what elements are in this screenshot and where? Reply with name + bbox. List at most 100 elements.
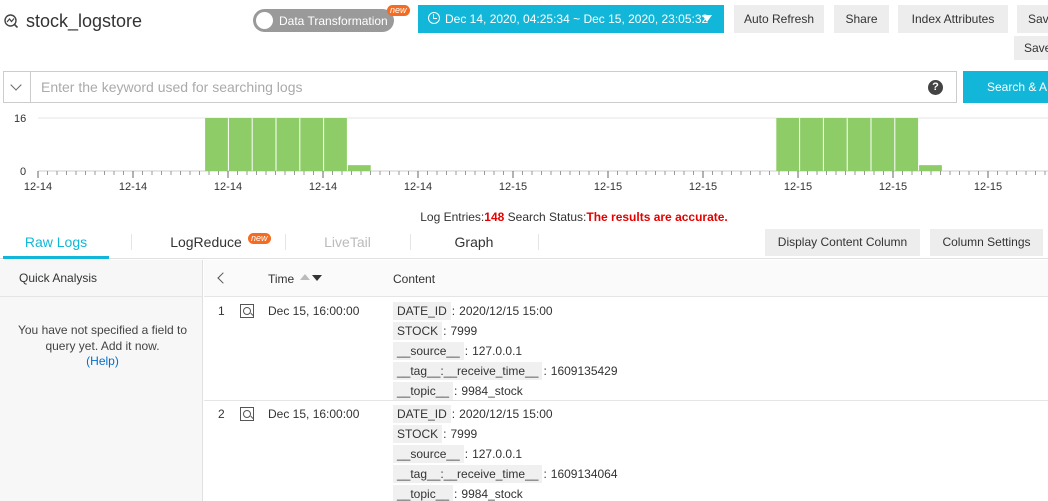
histogram-bar[interactable]	[324, 118, 347, 171]
search-input[interactable]	[41, 72, 901, 102]
histogram-bar[interactable]	[871, 118, 895, 171]
log-status: Log Entries:148 Search Status:The result…	[0, 210, 1048, 224]
table-row[interactable]: 2 Dec 15, 16:00:00 DATE_ID:2020/12/15 15:0…	[204, 401, 1048, 501]
histogram-bar[interactable]	[895, 118, 919, 171]
field-value[interactable]: 127.0.0.1	[472, 344, 522, 358]
field-key[interactable]: __topic__	[393, 485, 454, 501]
log-field: __source__:127.0.0.1	[393, 445, 522, 463]
field-value[interactable]: 2020/12/15 15:00	[459, 407, 552, 421]
save-button[interactable]: Save	[1014, 36, 1048, 60]
field-key[interactable]: __source__	[393, 342, 464, 360]
auto-refresh-button[interactable]: Auto Refresh	[734, 5, 824, 33]
histogram-bar[interactable]	[228, 118, 252, 171]
row-index: 1	[218, 304, 225, 318]
share-button[interactable]: Share	[834, 5, 889, 33]
field-separator: :	[451, 304, 456, 318]
field-separator: :	[464, 447, 469, 461]
histogram-bar[interactable]	[205, 118, 228, 171]
help-link[interactable]: (Help)	[0, 354, 205, 368]
quick-analysis-message: You have not specified a field to query …	[17, 323, 187, 353]
toggle-label: Data Transformation	[279, 14, 388, 28]
log-field: __source__:127.0.0.1	[393, 342, 522, 360]
histogram-bar[interactable]	[800, 118, 823, 171]
tab-raw-logs[interactable]: Raw Logs	[3, 234, 109, 259]
display-content-column-button[interactable]: Display Content Column	[765, 229, 920, 256]
time-column-header[interactable]: Time	[268, 272, 294, 286]
log-table-header: Time Content	[204, 260, 1048, 297]
log-field: __tag__:__receive_time__:1609134064	[393, 465, 618, 483]
clock-icon	[428, 12, 440, 24]
search-analyze-button[interactable]: Search & A	[963, 71, 1048, 103]
x-tick-label: 12-15	[784, 181, 812, 193]
field-separator: :	[454, 487, 458, 501]
index-attributes-button[interactable]: Index Attributes	[898, 5, 1008, 33]
histogram-bar[interactable]	[919, 165, 942, 171]
histogram-chart[interactable]: 16 0 12-14 12-14 12-14 12-14 12-14 12-15 12-15 12…	[0, 108, 1048, 198]
x-tick-label: 12-15	[974, 181, 1002, 193]
table-row[interactable]: 1 Dec 15, 16:00:00 DATE_ID:2020/12/15 15:0…	[204, 298, 1048, 401]
sort-desc-icon[interactable]	[312, 275, 322, 281]
log-field: STOCK:7999	[393, 322, 477, 340]
field-key[interactable]: STOCK	[393, 322, 443, 340]
log-field: __tag__:__receive_time__:1609135429	[393, 362, 618, 380]
histogram-bar[interactable]	[252, 118, 276, 171]
search-dropdown-toggle[interactable]	[4, 72, 31, 102]
data-transformation-toggle[interactable]: Data Transformation	[253, 9, 394, 32]
tab-graph[interactable]: Graph	[425, 234, 523, 259]
field-key[interactable]: DATE_ID	[393, 302, 451, 320]
field-value[interactable]: 1609134064	[551, 467, 618, 481]
quick-analysis-heading: Quick Analysis	[0, 260, 202, 297]
field-value[interactable]: 1609135429	[551, 364, 618, 378]
field-key[interactable]: DATE_ID	[393, 405, 451, 423]
log-histogram[interactable]: 16 0 12-14 12-14 12-14 12-14 12-14 12-15 12-15 12…	[0, 108, 1048, 198]
field-key[interactable]: __tag__:__receive_time__	[393, 362, 543, 380]
context-view-icon[interactable]	[240, 304, 254, 318]
field-key[interactable]: STOCK	[393, 425, 443, 443]
time-range-text: Dec 14, 2020, 04:25:34 ~ Dec 15, 2020, 2…	[445, 12, 709, 26]
histogram-bar[interactable]	[300, 118, 324, 171]
log-field: DATE_ID:2020/12/15 15:00	[393, 302, 553, 320]
histogram-bar[interactable]	[276, 118, 300, 171]
context-view-icon[interactable]	[240, 407, 254, 421]
caret-down-icon	[702, 15, 712, 22]
result-tabs: Raw Logs LogReduce new LiveTail Graph Di…	[0, 229, 1048, 259]
tab-logreduce-label: LogReduce	[170, 234, 242, 250]
x-tick-label: 12-15	[879, 181, 907, 193]
y-axis-top-label: 16	[14, 113, 26, 125]
tab-divider	[410, 234, 411, 250]
quick-analysis-panel: Quick Analysis You have not specified a …	[0, 260, 203, 501]
field-separator: :	[543, 364, 547, 378]
x-tick-label: 12-15	[689, 181, 717, 193]
field-key[interactable]: __source__	[393, 445, 464, 463]
collapse-panel-icon[interactable]	[217, 272, 229, 284]
search-bar: ?	[3, 71, 957, 103]
field-value[interactable]: 7999	[450, 427, 477, 441]
histogram-bar[interactable]	[776, 118, 800, 171]
histogram-bar[interactable]	[847, 118, 871, 171]
field-value[interactable]: 127.0.0.1	[472, 447, 522, 461]
column-settings-button[interactable]: Column Settings	[930, 229, 1043, 256]
help-icon[interactable]: ?	[928, 80, 943, 95]
logstore-icon	[4, 14, 18, 28]
x-tick-label: 12-14	[404, 181, 432, 193]
field-value[interactable]: 9984_stock	[461, 384, 522, 398]
tab-livetail[interactable]: LiveTail	[300, 234, 395, 259]
saved-search-button[interactable]: Sav	[1017, 5, 1048, 33]
field-value[interactable]: 2020/12/15 15:00	[459, 304, 552, 318]
field-key[interactable]: __tag__:__receive_time__	[393, 465, 543, 483]
row-index: 2	[218, 407, 225, 421]
field-value[interactable]: 9984_stock	[461, 487, 522, 501]
sort-asc-icon[interactable]	[300, 274, 310, 280]
field-value[interactable]: 7999	[450, 324, 477, 338]
tab-divider	[131, 234, 132, 250]
header: stock_logstore Data Transformation new D…	[0, 0, 1048, 68]
field-key[interactable]: __topic__	[393, 382, 454, 400]
histogram-bar[interactable]	[347, 165, 371, 171]
field-separator: :	[543, 467, 547, 481]
logreduce-new-badge: new	[248, 233, 271, 244]
log-field: __topic__:9984_stock	[393, 485, 523, 501]
row-time: Dec 15, 16:00:00	[268, 304, 360, 318]
histogram-bar[interactable]	[823, 118, 847, 171]
x-tick-label: 12-14	[214, 181, 242, 193]
time-range-picker[interactable]: Dec 14, 2020, 04:25:34 ~ Dec 15, 2020, 2…	[418, 5, 724, 33]
